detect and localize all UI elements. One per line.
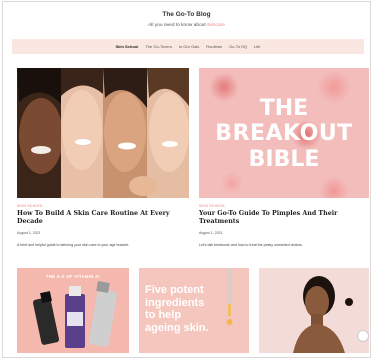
dropper-illustration <box>226 268 233 325</box>
blemish-decoration <box>319 176 349 198</box>
post-card-woman[interactable] <box>259 268 369 357</box>
post-image-faces[interactable] <box>17 68 189 198</box>
site-brand[interactable]: The Go-To Blog <box>3 11 370 18</box>
post-card-skin-routine[interactable]: SKIN SCHOOL How To Build A Skin Care Rou… <box>17 68 189 258</box>
site-header: The Go-To Blog All you need to know abou… <box>3 2 370 39</box>
tagline-accent: skincare <box>207 23 225 28</box>
faces-illustration <box>17 68 189 198</box>
post-card-potent-ingredients[interactable]: Five potent ingredients to help ageing s… <box>139 268 249 357</box>
nav-item-go-to-hq[interactable]: Go-To HQ <box>229 44 247 49</box>
post-card-vitamin-a[interactable]: THE A-Z OF VITAMIN A! <box>17 268 129 357</box>
nav-item-go-tovers[interactable]: The Go-Tovers <box>145 44 171 49</box>
tagline-prefix: All you need to know about <box>148 23 208 28</box>
post-category[interactable]: SKIN SCHOOL <box>17 204 43 208</box>
blemish-decoration <box>221 172 243 194</box>
nav-item-life[interactable]: Life <box>254 44 260 49</box>
post-title-line: Treatments <box>199 218 240 226</box>
breakout-title-line-3: BIBLE <box>248 147 320 172</box>
post-date: August 1, 2021 <box>17 231 41 235</box>
post-card-pimples[interactable]: THE BREAKOUT BIBLE SKIN SCHOOL Your Go-T… <box>199 68 369 258</box>
site-tagline: All you need to know about skincare <box>3 23 370 28</box>
post-title[interactable]: Your Go-To Guide To Pimples And Their Tr… <box>199 210 369 227</box>
nav-item-skin-school[interactable]: Skin School <box>115 44 138 49</box>
post-image-vitamin-a[interactable]: THE A-Z OF VITAMIN A! <box>17 268 129 353</box>
blog-page: The Go-To Blog All you need to know abou… <box>2 1 371 358</box>
post-image-breakout-bible[interactable]: THE BREAKOUT BIBLE <box>199 68 369 198</box>
main-nav: Skin School The Go-Tovers In Our Gals Ro… <box>12 39 364 54</box>
breakout-title-line-2: BREAKOUT <box>215 121 353 146</box>
nav-item-in-our-gals[interactable]: In Our Gals <box>179 44 199 49</box>
serum-bottles-illustration <box>32 281 118 348</box>
post-date: August 1, 2021 <box>199 231 223 235</box>
nav-item-routines[interactable]: Routines <box>206 44 222 49</box>
post-category[interactable]: SKIN SCHOOL <box>199 204 225 208</box>
chat-bubble-icon[interactable] <box>357 330 369 342</box>
post-title-line: Your Go-To Guide To Pimples And Their <box>199 210 338 217</box>
post-excerpt: Let's talk breakouts and how to treat th… <box>199 243 303 247</box>
breakout-title-line-1: THE <box>259 96 309 121</box>
post-excerpt: A brief and helpful guide to tailoring y… <box>17 243 130 247</box>
post-image-potent-ingredients[interactable]: Five potent ingredients to help ageing s… <box>139 268 249 353</box>
woman-illustration <box>259 268 369 353</box>
post-title[interactable]: How To Build A Skin Care Routine At Ever… <box>17 210 192 227</box>
post-title-line: How To Build A Skin Care Routine At Ever… <box>17 210 170 217</box>
post-image-woman[interactable] <box>259 268 369 353</box>
post-title-line: Decade <box>17 218 43 226</box>
